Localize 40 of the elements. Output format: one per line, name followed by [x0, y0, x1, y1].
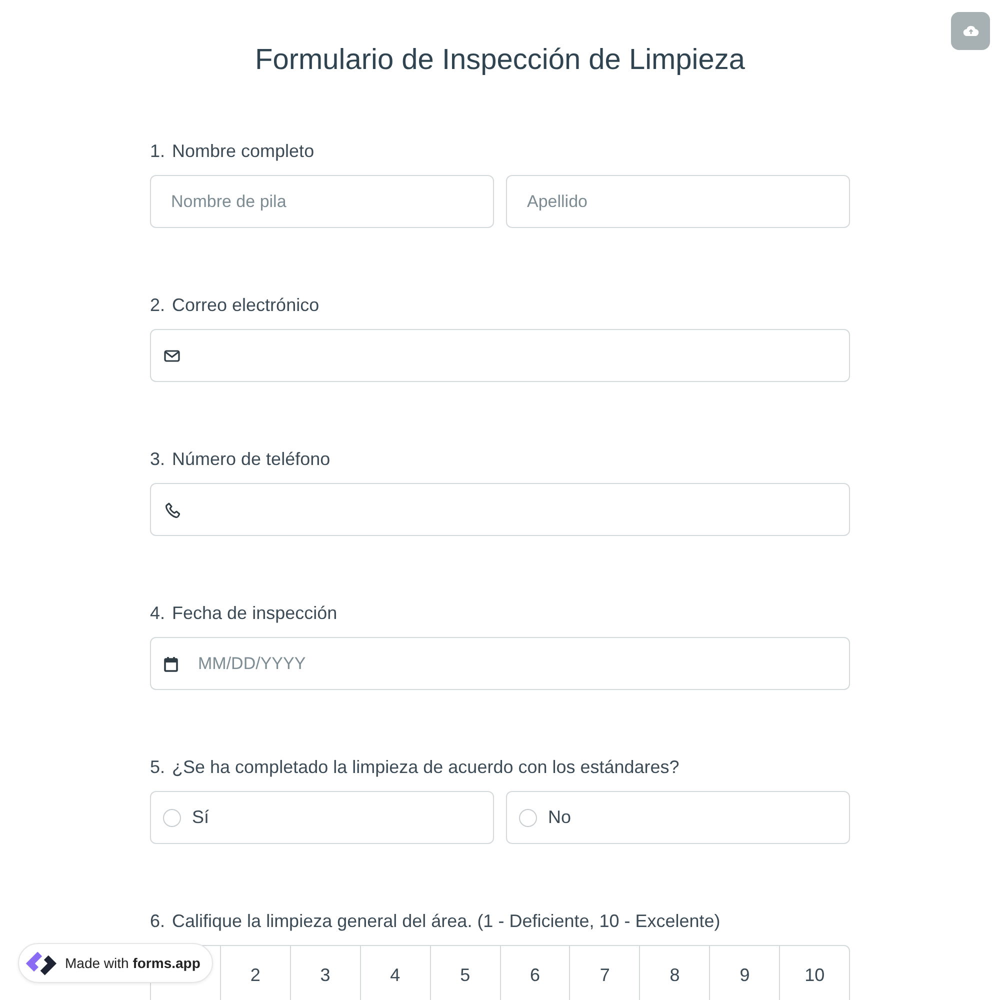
question-label: Fecha de inspección — [172, 602, 338, 625]
question-label: Nombre completo — [172, 140, 314, 163]
input-field[interactable]: MM/DD/YYYY — [150, 637, 850, 690]
question-number: 4. — [150, 602, 166, 625]
radio-option[interactable]: No — [506, 791, 850, 844]
question-number: 3. — [150, 448, 166, 471]
input-field[interactable]: Nombre de pila — [150, 175, 494, 228]
question-number: 6. — [150, 910, 166, 933]
rating-option[interactable]: 3 — [290, 946, 360, 1000]
input-field[interactable]: Apellido — [506, 175, 850, 228]
radio-icon — [163, 808, 181, 826]
rating-option[interactable]: 2 — [220, 946, 290, 1000]
rating-option[interactable]: 10 — [779, 946, 850, 1000]
rating-option[interactable]: 5 — [430, 946, 500, 1000]
badge-text: Made with forms.app — [65, 955, 200, 971]
question-number: 1. — [150, 140, 166, 163]
rating-option[interactable]: 9 — [709, 946, 780, 1000]
made-with-badge[interactable]: Made with forms.app — [18, 943, 214, 983]
question-number: 2. — [150, 294, 166, 317]
option-label: Sí — [192, 807, 210, 828]
phone-icon — [164, 502, 180, 518]
radio-option[interactable]: Sí — [150, 791, 494, 844]
calendar-icon — [164, 656, 178, 672]
input-field[interactable] — [150, 483, 850, 536]
question-label: Correo electrónico — [172, 294, 320, 317]
mail-icon — [164, 350, 180, 362]
cloud-upload-icon — [962, 25, 978, 37]
input-field[interactable] — [150, 329, 850, 382]
rating-option[interactable]: 7 — [569, 946, 640, 1000]
form-title: Formulario de Inspección de Limpieza — [254, 43, 746, 78]
question-label: Califique la limpieza general del área. (1 - Deficiente, 10 - Excelente) — [172, 910, 720, 933]
rating-option[interactable]: 4 — [360, 946, 430, 1000]
upload-button[interactable] — [951, 12, 990, 50]
question-label: Número de teléfono — [172, 448, 330, 471]
question-label: ¿Se ha completado la limpieza de acuerdo con los estándares? — [172, 756, 680, 779]
question-number: 5. — [150, 756, 166, 779]
rating-option[interactable]: 8 — [639, 946, 710, 1000]
option-label: No — [548, 807, 572, 828]
rating-option[interactable]: 6 — [500, 946, 570, 1000]
radio-icon — [519, 808, 537, 826]
